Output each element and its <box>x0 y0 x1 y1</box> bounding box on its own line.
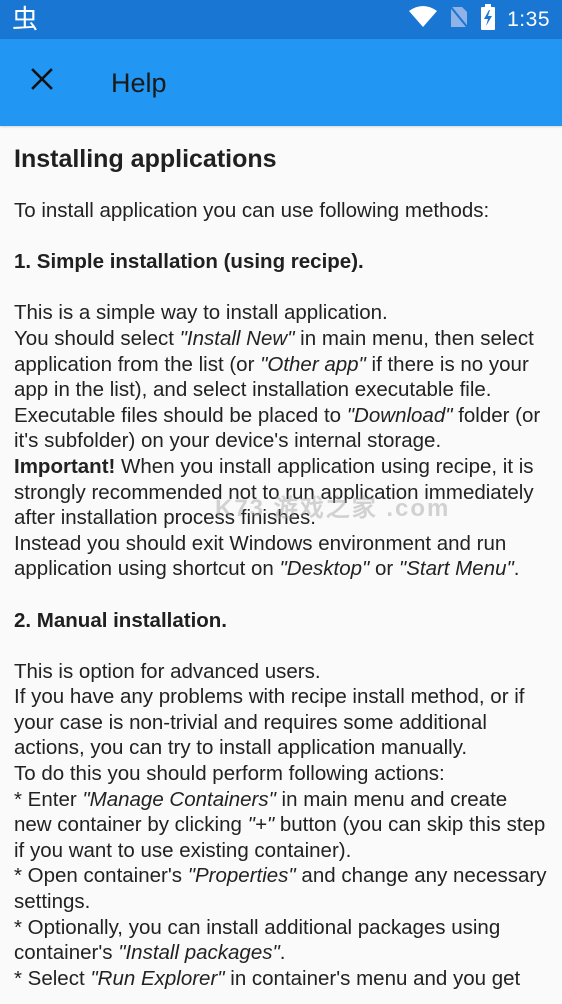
step-item: * Optionally, you can install additional… <box>14 915 501 965</box>
paragraph: To do this you should perform following … <box>14 762 445 786</box>
step-item: * Open container's "Properties" and chan… <box>14 864 547 914</box>
section-heading-manual: 2. Manual installation. <box>14 608 228 632</box>
paragraph: If you have any problems with recipe ins… <box>14 685 525 760</box>
status-icons: 1:35 <box>409 0 550 39</box>
bug-glyph-icon: 虫 <box>12 4 39 34</box>
paragraph: This is a simple way to install applicat… <box>14 301 388 325</box>
battery-charging-icon <box>481 4 496 35</box>
step-item: * Enter "Manage Containers" in main menu… <box>14 787 546 862</box>
intro-text: To install application you can use follo… <box>14 199 490 222</box>
paragraph: You should select "Install New" in main … <box>14 326 534 402</box>
step-item: * Select "Run Explorer" in container's m… <box>14 966 521 990</box>
section-heading-simple: 1. Simple installation (using recipe). <box>14 250 364 274</box>
app-bar: Help <box>0 39 562 126</box>
status-time: 1:35 <box>507 7 550 31</box>
paragraph: Executable files should be placed to "Do… <box>14 403 541 453</box>
paragraph: This is option for advanced users. <box>14 659 321 683</box>
help-title: Installing applications <box>14 145 277 173</box>
close-icon <box>30 67 54 96</box>
section-manual-body: This is option for advanced users. If yo… <box>14 659 548 992</box>
important-note: Important! When you install application … <box>14 454 534 530</box>
page-title: Help <box>111 68 167 98</box>
status-bar: 虫 1:35 <box>0 0 562 39</box>
section-simple-body: This is a simple way to install applicat… <box>14 300 548 582</box>
help-content[interactable]: Installing applications To install appli… <box>0 126 562 1004</box>
close-button[interactable] <box>20 59 64 103</box>
no-sim-icon <box>449 5 469 34</box>
paragraph: Instead you should exit Windows environm… <box>14 531 520 581</box>
wifi-icon <box>409 6 438 33</box>
